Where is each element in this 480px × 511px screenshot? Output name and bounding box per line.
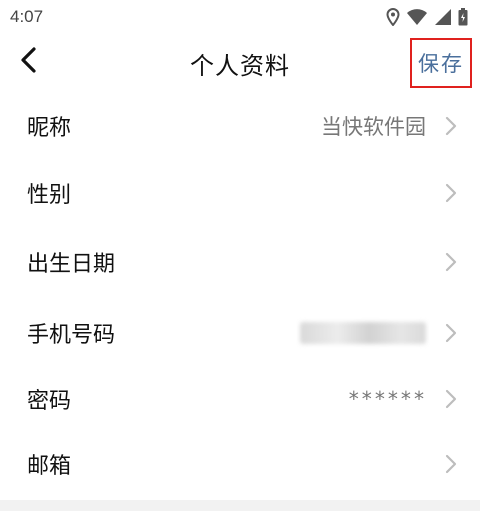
page-title: 个人资料 (190, 52, 290, 80)
row-label: 邮箱 (27, 454, 72, 479)
list-item-nickname[interactable]: 昵称 当快软件园 (0, 92, 480, 160)
save-button[interactable]: 保存 (410, 38, 472, 88)
chevron-right-icon (444, 322, 458, 344)
chevron-right-icon (444, 453, 458, 475)
signal-icon (434, 8, 452, 26)
wifi-icon (406, 8, 428, 26)
blurred-phone-number (300, 322, 426, 344)
list-item-birthday[interactable]: 出生日期 (0, 226, 480, 298)
status-icons (386, 8, 468, 26)
row-value: 当快软件园 (321, 115, 426, 139)
chevron-right-icon (444, 388, 458, 410)
list-item-gender[interactable]: 性别 (0, 160, 480, 226)
row-value: ****** (347, 387, 426, 411)
row-label: 密码 (27, 389, 72, 414)
profile-list: 昵称 当快软件园 性别 出生日期 手机号码 密码 ****** 邮箱 (0, 92, 480, 498)
status-time: 4:07 (10, 7, 44, 26)
list-item-phone[interactable]: 手机号码 (0, 298, 480, 368)
row-label: 手机号码 (27, 323, 116, 348)
list-item-password[interactable]: 密码 ****** (0, 368, 480, 430)
row-label: 昵称 (27, 116, 72, 141)
row-label: 出生日期 (27, 252, 116, 277)
chevron-right-icon (444, 115, 458, 137)
row-label: 性别 (27, 183, 72, 208)
battery-icon (458, 8, 468, 26)
list-item-email[interactable]: 邮箱 (0, 430, 480, 498)
chevron-right-icon (444, 182, 458, 204)
location-icon (386, 8, 400, 26)
chevron-right-icon (444, 251, 458, 273)
status-bar: 4:07 (0, 0, 480, 34)
bottom-divider (0, 500, 480, 511)
nav-bar: 个人资料 保存 (0, 34, 480, 90)
